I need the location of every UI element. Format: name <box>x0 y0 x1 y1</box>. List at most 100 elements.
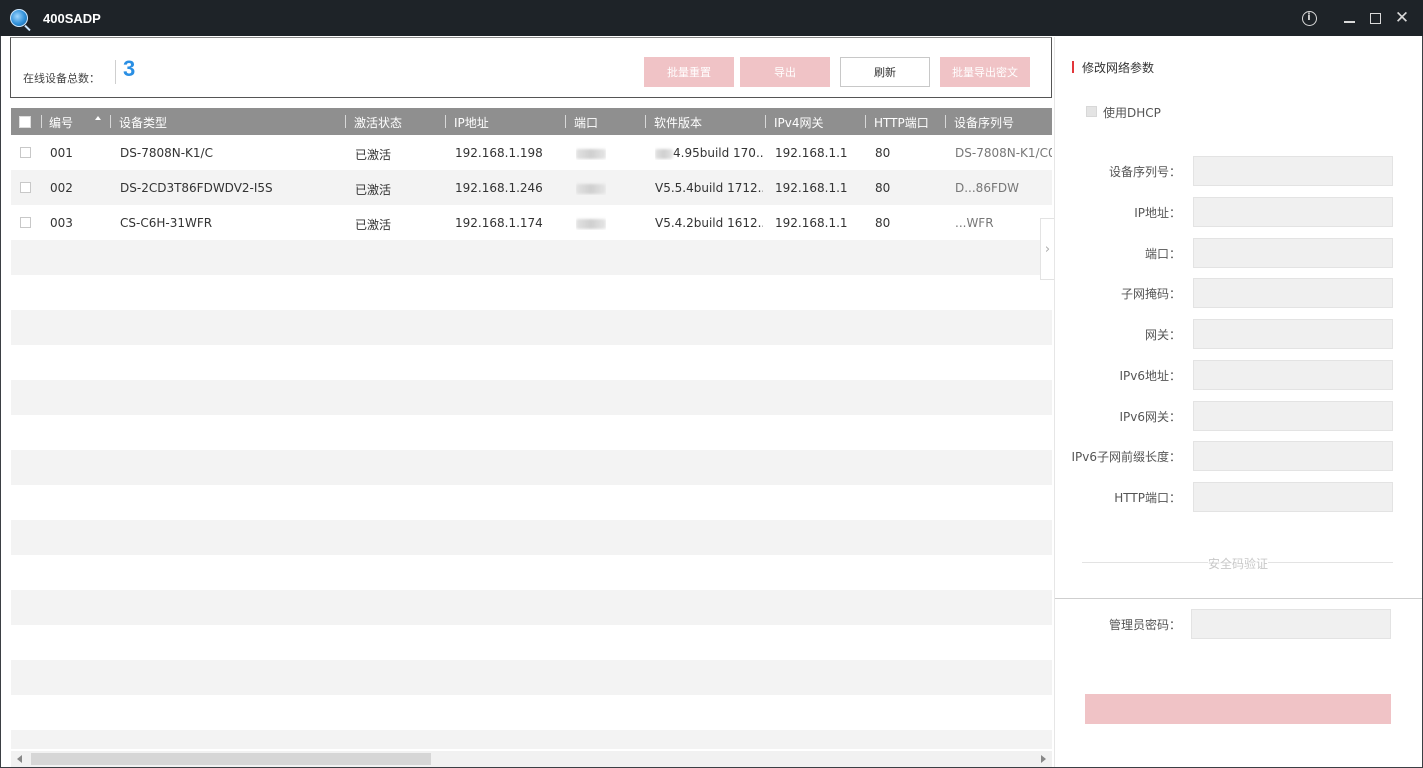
cell-id: 003 <box>50 216 73 230</box>
export-button[interactable]: 导出 <box>740 57 830 87</box>
minimize-icon[interactable] <box>1339 8 1359 28</box>
cell-port-redacted <box>576 146 606 160</box>
batch-reset-button[interactable]: 批量重置 <box>644 57 734 87</box>
serial-label: 设备序列号： <box>1108 165 1181 179</box>
panel-title: 修改网络参数 <box>1082 61 1155 75</box>
horizontal-scrollbar[interactable] <box>11 751 1052 767</box>
column-header-gateway[interactable]: IPv4网关 <box>774 114 824 131</box>
cell-serial: DS-7808N-K1/C0 <box>955 146 1052 160</box>
modify-button[interactable] <box>1085 694 1391 724</box>
serial-field[interactable] <box>1193 156 1393 186</box>
empty-row <box>11 590 1052 625</box>
cell-ip: 192.168.1.174 <box>455 216 543 230</box>
dhcp-label: 使用DHCP <box>1103 106 1161 120</box>
cell-version: 4.95build 170... <box>655 146 763 160</box>
scroll-right-icon[interactable] <box>1041 755 1046 763</box>
cell-status: 已激活 <box>355 183 392 197</box>
refresh-button[interactable]: 刷新 <box>840 57 930 87</box>
column-separator <box>41 115 42 128</box>
cell-status: 已激活 <box>355 218 392 232</box>
http-port-field[interactable] <box>1193 482 1393 512</box>
subnet-mask-field[interactable] <box>1193 278 1393 308</box>
cell-gateway: 192.168.1.1 <box>775 216 848 230</box>
cell-http-port: 80 <box>875 181 891 195</box>
admin-password-field[interactable] <box>1191 609 1391 639</box>
batch-export-cipher-button[interactable]: 批量导出密文 <box>940 57 1030 87</box>
row-checkbox[interactable] <box>20 147 31 158</box>
ipv6-prefix-label: IPv6子网前缀长度： <box>1071 450 1181 464</box>
device-summary-bar: 在线设备总数： 3 批量重置 导出 刷新 批量导出密文 <box>10 37 1052 98</box>
gateway-field[interactable] <box>1193 319 1393 349</box>
security-code-verify-link[interactable]: 安全码验证 <box>1208 555 1269 572</box>
column-separator <box>945 115 946 128</box>
cell-ip: 192.168.1.246 <box>455 181 543 195</box>
cell-ip: 192.168.1.198 <box>455 146 543 160</box>
device-table-body: 001 DS-7808N-K1/C 已激活 192.168.1.198 4.95… <box>11 135 1052 749</box>
cell-gateway: 192.168.1.1 <box>775 146 848 160</box>
info-icon[interactable]: i <box>1299 8 1319 28</box>
column-separator <box>110 115 111 128</box>
column-separator <box>865 115 866 128</box>
empty-row <box>11 730 1052 749</box>
scroll-left-icon[interactable] <box>17 755 22 763</box>
column-separator <box>765 115 766 128</box>
column-header-device-type[interactable]: 设备类型 <box>119 114 167 131</box>
device-table-header: 编号 设备类型 激活状态 IP地址 端口 软件版本 IPv4网关 HTTP端口 … <box>11 108 1052 135</box>
port-field[interactable] <box>1193 238 1393 268</box>
scrollbar-thumb[interactable] <box>31 753 431 765</box>
subnet-mask-label: 子网掩码： <box>1120 287 1181 301</box>
table-row[interactable]: 002 DS-2CD3T86FDWDV2-I5S 已激活 192.168.1.2… <box>11 170 1052 205</box>
maximize-icon[interactable] <box>1365 8 1385 28</box>
table-row[interactable]: 003 CS-C6H-31WFR 已激活 192.168.1.174 V5.4.… <box>11 205 1052 240</box>
ip-label: IP地址： <box>1134 206 1181 220</box>
title-accent-bar <box>1072 61 1074 73</box>
title-bar: 400SADP i ✕ <box>0 0 1423 36</box>
column-header-id[interactable]: 编号 <box>49 114 73 131</box>
online-count-value: 3 <box>123 56 136 81</box>
app-title: 400SADP <box>43 11 101 26</box>
ipv6-prefix-field[interactable] <box>1193 441 1393 471</box>
ipv6-address-field[interactable] <box>1193 360 1393 390</box>
column-header-http-port[interactable]: HTTP端口 <box>874 114 929 131</box>
column-header-port[interactable]: 端口 <box>574 114 598 131</box>
chevron-right-icon[interactable]: › <box>1040 218 1054 280</box>
ipv6-gateway-field[interactable] <box>1193 401 1393 431</box>
cell-http-port: 80 <box>875 216 891 230</box>
cell-port-redacted <box>576 216 606 230</box>
panel-divider <box>1055 598 1422 599</box>
close-icon[interactable]: ✕ <box>1392 8 1412 28</box>
ipv6-address-label: IPv6地址： <box>1119 369 1181 383</box>
online-count-label: 在线设备总数： <box>23 72 100 85</box>
app-logo-icon <box>10 9 28 27</box>
empty-row <box>11 660 1052 695</box>
ipv6-gateway-label: IPv6网关： <box>1119 410 1181 424</box>
column-header-version[interactable]: 软件版本 <box>654 114 702 131</box>
table-row[interactable]: 001 DS-7808N-K1/C 已激活 192.168.1.198 4.95… <box>11 135 1052 170</box>
column-header-serial[interactable]: 设备序列号 <box>954 114 1014 131</box>
cell-port-redacted <box>576 181 606 195</box>
column-header-status[interactable]: 激活状态 <box>354 114 402 131</box>
divider <box>115 60 116 84</box>
cell-version: V5.4.2build 1612... <box>655 216 763 230</box>
http-port-label: HTTP端口： <box>1114 491 1181 505</box>
sort-up-icon[interactable] <box>95 116 101 120</box>
empty-row <box>11 380 1052 415</box>
empty-row <box>11 240 1052 275</box>
port-label: 端口： <box>1144 247 1181 261</box>
column-separator <box>645 115 646 128</box>
cell-version: V5.5.4build 1712... <box>655 181 763 195</box>
cell-device-type: DS-2CD3T86FDWDV2-I5S <box>120 181 273 195</box>
column-header-ip[interactable]: IP地址 <box>454 114 489 131</box>
ip-field[interactable] <box>1193 197 1393 227</box>
cell-serial: ...WFR <box>955 216 994 230</box>
row-checkbox[interactable] <box>20 217 31 228</box>
cell-id: 001 <box>50 146 73 160</box>
cell-device-type: CS-C6H-31WFR <box>120 216 213 230</box>
empty-row <box>11 450 1052 485</box>
dhcp-checkbox[interactable] <box>1086 106 1097 117</box>
select-all-checkbox[interactable] <box>19 116 31 128</box>
row-checkbox[interactable] <box>20 182 31 193</box>
cell-http-port: 80 <box>875 146 891 160</box>
network-params-panel: 修改网络参数 使用DHCP 设备序列号： IP地址： 端口： 子网掩码： 网关：… <box>1054 37 1422 767</box>
cell-serial: D...86FDW <box>955 181 1019 195</box>
